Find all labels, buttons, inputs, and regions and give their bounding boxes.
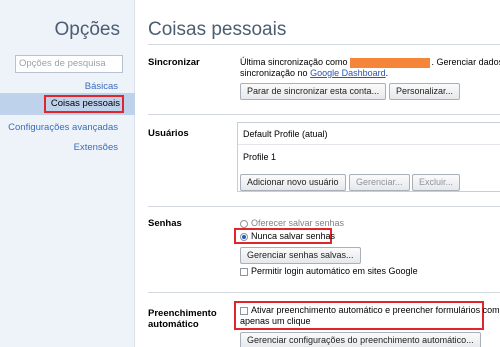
profile-divider — [238, 144, 500, 145]
autofill-enable-option[interactable]: Ativar preenchimento automático e preenc… — [240, 305, 500, 315]
sidebar-item-basicas[interactable]: Básicas — [0, 81, 118, 92]
profile-row[interactable]: Profile 1 — [243, 152, 276, 162]
sidebar-title: Opções — [54, 19, 120, 40]
sidebar-item-label: Coisas pessoais — [50, 98, 120, 109]
profile-row-selected[interactable]: Default Profile (atual) — [238, 123, 500, 145]
profile-default-label: Default Profile (atual) — [243, 129, 328, 139]
sync-status-line1: Última sincronização como . Gerenciar dad… — [240, 57, 500, 68]
autofill-enable-line2: apenas um clique — [240, 316, 311, 326]
sidebar-item-configuracoes-avancadas[interactable]: Configurações avançadas — [0, 122, 118, 133]
sync-status-prefix: Última sincronização como — [240, 57, 348, 67]
autofill-label-line2: automático — [148, 319, 199, 330]
sync-section-label: Sincronizar — [148, 57, 200, 68]
manage-saved-passwords-button[interactable]: Gerenciar senhas salvas... — [240, 247, 361, 264]
auto-login-label: Permitir login automático em sites Googl… — [251, 266, 418, 276]
auto-login-checkbox[interactable] — [240, 267, 248, 276]
never-save-passwords-radio[interactable] — [240, 232, 248, 241]
offer-save-passwords-label: Oferecer salvar senhas — [251, 218, 345, 228]
autofill-section-label: Preenchimento automático — [148, 308, 217, 330]
redacted-email — [349, 57, 430, 68]
customize-sync-button[interactable]: Personalizar... — [389, 83, 461, 100]
title-divider — [148, 44, 500, 45]
sync-status-line2-text: sincronização no — [240, 68, 308, 78]
google-dashboard-link[interactable]: Google Dashboard — [310, 68, 386, 78]
sync-status-line2: sincronização no Google Dashboard. — [240, 68, 388, 78]
manage-users-button[interactable]: Gerenciar... — [349, 174, 410, 191]
never-save-passwords-option[interactable]: Nunca salvar senhas — [240, 231, 335, 241]
sidebar: Opções Opções de pesquisa Básicas Coisas… — [0, 0, 135, 347]
delete-user-button[interactable]: Excluir... — [412, 174, 461, 191]
users-section-label: Usuários — [148, 128, 189, 139]
section-divider — [148, 114, 500, 115]
sync-status-end: . — [385, 68, 389, 78]
passwords-section-label: Senhas — [148, 218, 182, 229]
section-divider — [148, 206, 500, 207]
offer-save-passwords-option[interactable]: Oferecer salvar senhas — [240, 218, 344, 228]
offer-save-passwords-radio[interactable] — [240, 219, 248, 228]
sidebar-item-coisas-pessoais[interactable]: Coisas pessoais — [44, 95, 124, 113]
sync-status-suffix: . Gerenciar dados de — [431, 57, 500, 67]
autofill-enable-line1: Ativar preenchimento automático e preenc… — [251, 305, 500, 315]
section-divider — [148, 292, 500, 293]
autofill-enable-checkbox[interactable] — [240, 306, 248, 315]
sidebar-item-extensoes[interactable]: Extensões — [0, 142, 118, 153]
add-user-button[interactable]: Adicionar novo usuário — [240, 174, 346, 191]
search-options-input[interactable]: Opções de pesquisa — [15, 55, 123, 73]
stop-sync-button[interactable]: Parar de sincronizar esta conta... — [240, 83, 387, 100]
auto-login-option[interactable]: Permitir login automático em sites Googl… — [240, 266, 418, 276]
page-title: Coisas pessoais — [148, 19, 287, 40]
never-save-passwords-label: Nunca salvar senhas — [251, 231, 336, 241]
manage-autofill-button[interactable]: Gerenciar configurações do preenchimento… — [240, 332, 481, 347]
autofill-label-line1: Preenchimento — [148, 308, 217, 319]
